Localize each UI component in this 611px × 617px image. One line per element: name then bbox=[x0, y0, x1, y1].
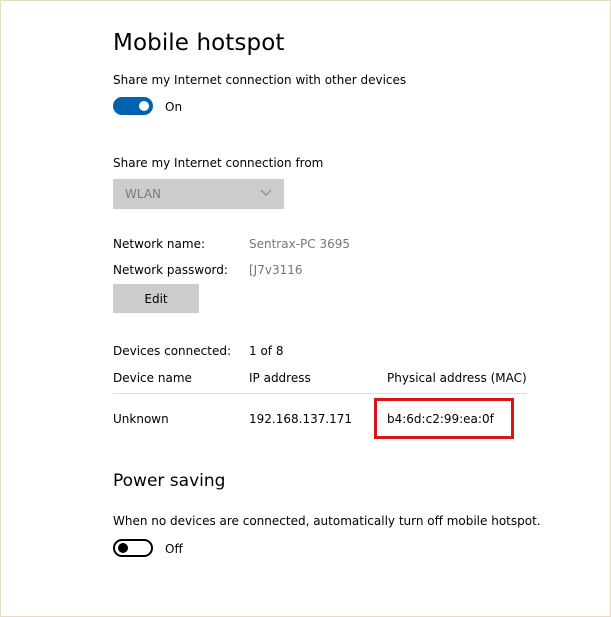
settings-window: Mobile hotspot Share my Internet connect… bbox=[0, 0, 611, 617]
network-name-value: Sentrax-PC 3695 bbox=[249, 237, 350, 251]
column-header-ip-address: IP address bbox=[249, 371, 311, 385]
column-header-device-name: Device name bbox=[113, 371, 192, 385]
share-connection-label: Share my Internet connection with other … bbox=[113, 73, 407, 87]
share-connection-toggle[interactable] bbox=[113, 97, 153, 115]
share-from-selected-value: WLAN bbox=[125, 187, 162, 201]
toggle-knob bbox=[139, 101, 149, 111]
devices-connected-label: Devices connected: bbox=[113, 344, 231, 358]
share-from-dropdown[interactable]: WLAN bbox=[113, 179, 284, 209]
power-saving-description: When no devices are connected, automatic… bbox=[113, 514, 541, 528]
ip-address-cell: 192.168.137.171 bbox=[249, 412, 353, 426]
network-password-label: Network password: bbox=[113, 263, 228, 277]
table-divider bbox=[113, 393, 527, 394]
network-name-label: Network name: bbox=[113, 237, 205, 251]
power-saving-toggle[interactable] bbox=[113, 539, 153, 557]
power-saving-title: Power saving bbox=[113, 471, 226, 491]
network-password-value: [J7v3116 bbox=[249, 263, 303, 277]
mac-address-highlight-box bbox=[374, 398, 514, 439]
device-name-cell: Unknown bbox=[113, 412, 169, 426]
share-toggle-state: On bbox=[165, 100, 183, 114]
column-header-mac-address: Physical address (MAC) bbox=[387, 371, 527, 385]
toggle-knob bbox=[118, 543, 128, 553]
power-saving-toggle-state: Off bbox=[165, 542, 183, 556]
chevron-down-icon bbox=[260, 189, 272, 196]
devices-connected-value: 1 of 8 bbox=[249, 344, 284, 358]
share-from-label: Share my Internet connection from bbox=[113, 156, 324, 170]
edit-button[interactable]: Edit bbox=[113, 284, 199, 313]
page-title: Mobile hotspot bbox=[113, 30, 285, 56]
